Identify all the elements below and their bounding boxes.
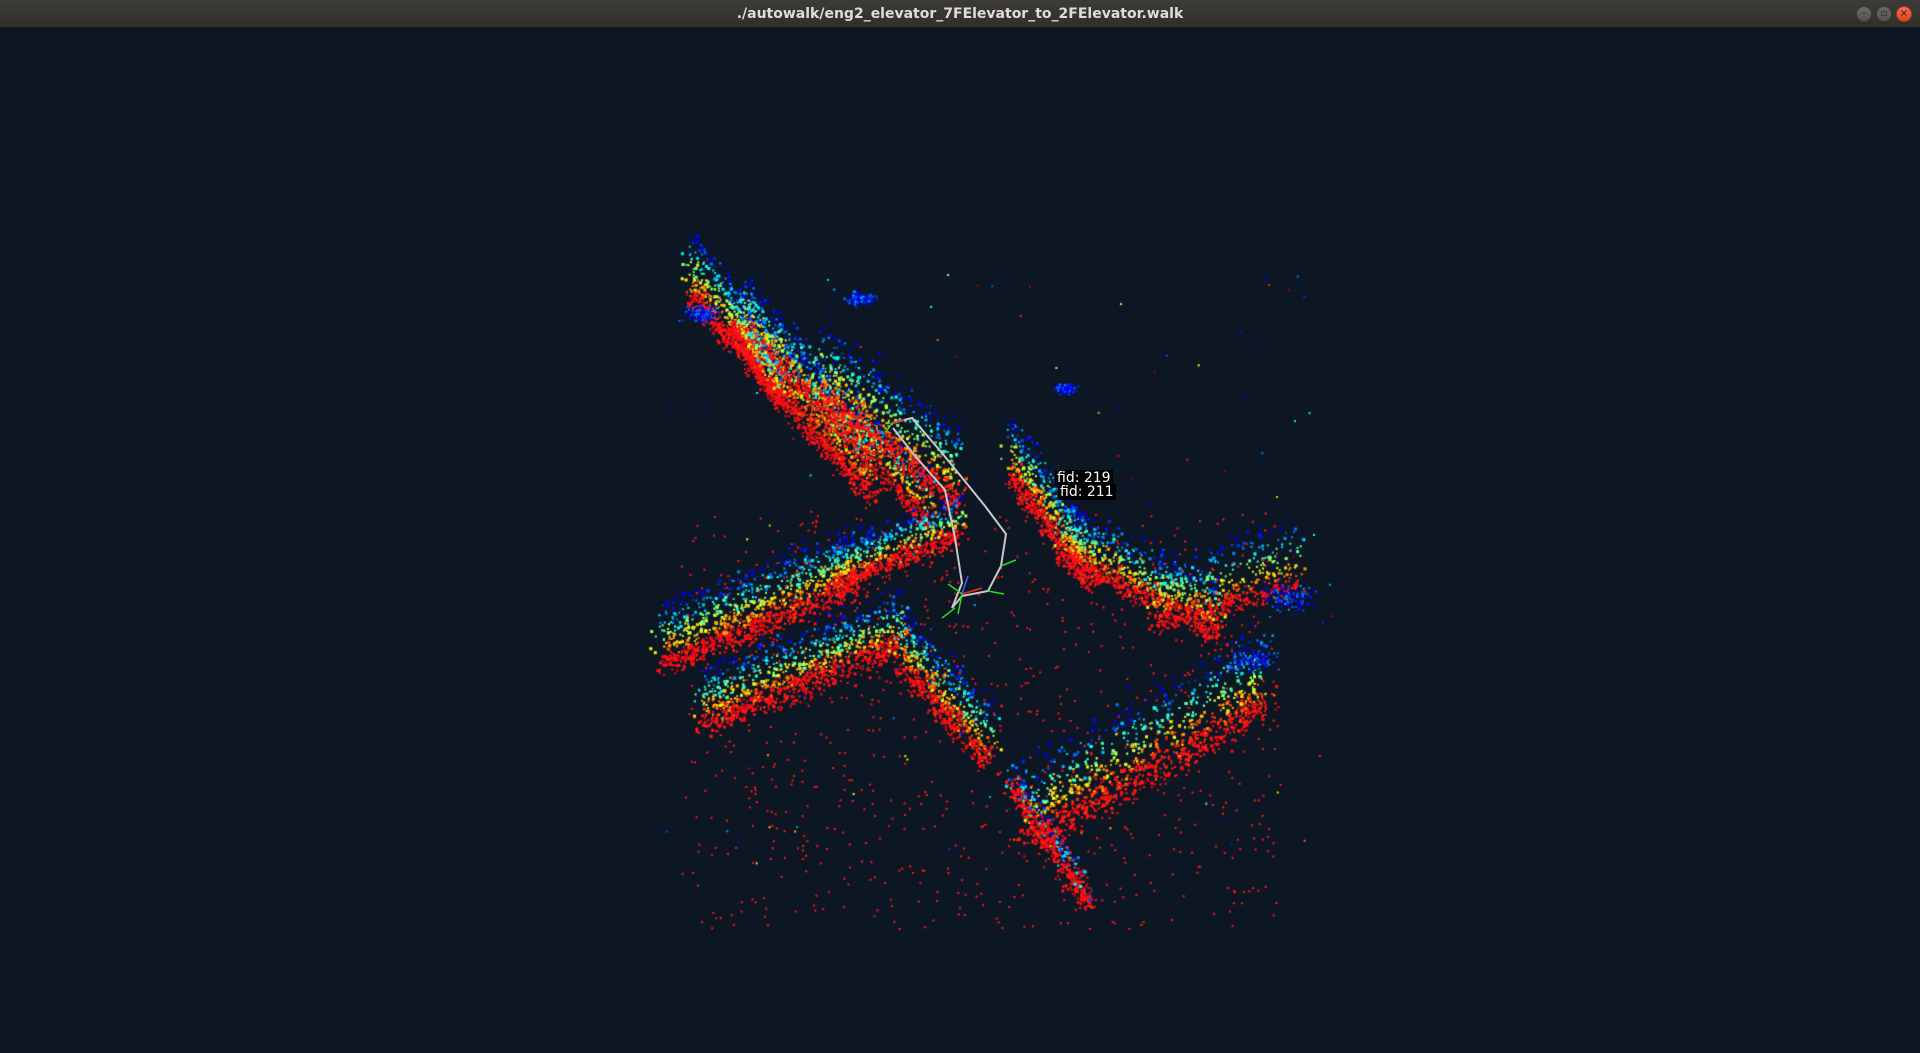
maximize-icon: ▫ — [1880, 8, 1888, 19]
close-icon: × — [1899, 8, 1909, 19]
walk-path-line — [891, 416, 1008, 609]
minimize-icon: – — [1861, 8, 1867, 19]
title-bar[interactable]: ./autowalk/eng2_elevator_7FElevator_to_2… — [0, 0, 1920, 28]
minimize-button[interactable]: – — [1856, 6, 1872, 22]
window-controls: – ▫ × — [1856, 6, 1912, 22]
fiducial-label-211: fid: 211 — [1058, 484, 1116, 500]
window-title: ./autowalk/eng2_elevator_7FElevator_to_2… — [736, 6, 1184, 22]
app-window: ./autowalk/eng2_elevator_7FElevator_to_2… — [0, 0, 1920, 1053]
maximize-button[interactable]: ▫ — [1876, 6, 1892, 22]
close-button[interactable]: × — [1896, 6, 1912, 22]
point-cloud-viewport[interactable]: fid: 219 fid: 211 — [0, 28, 1920, 1053]
walk-overlay — [885, 416, 1017, 619]
